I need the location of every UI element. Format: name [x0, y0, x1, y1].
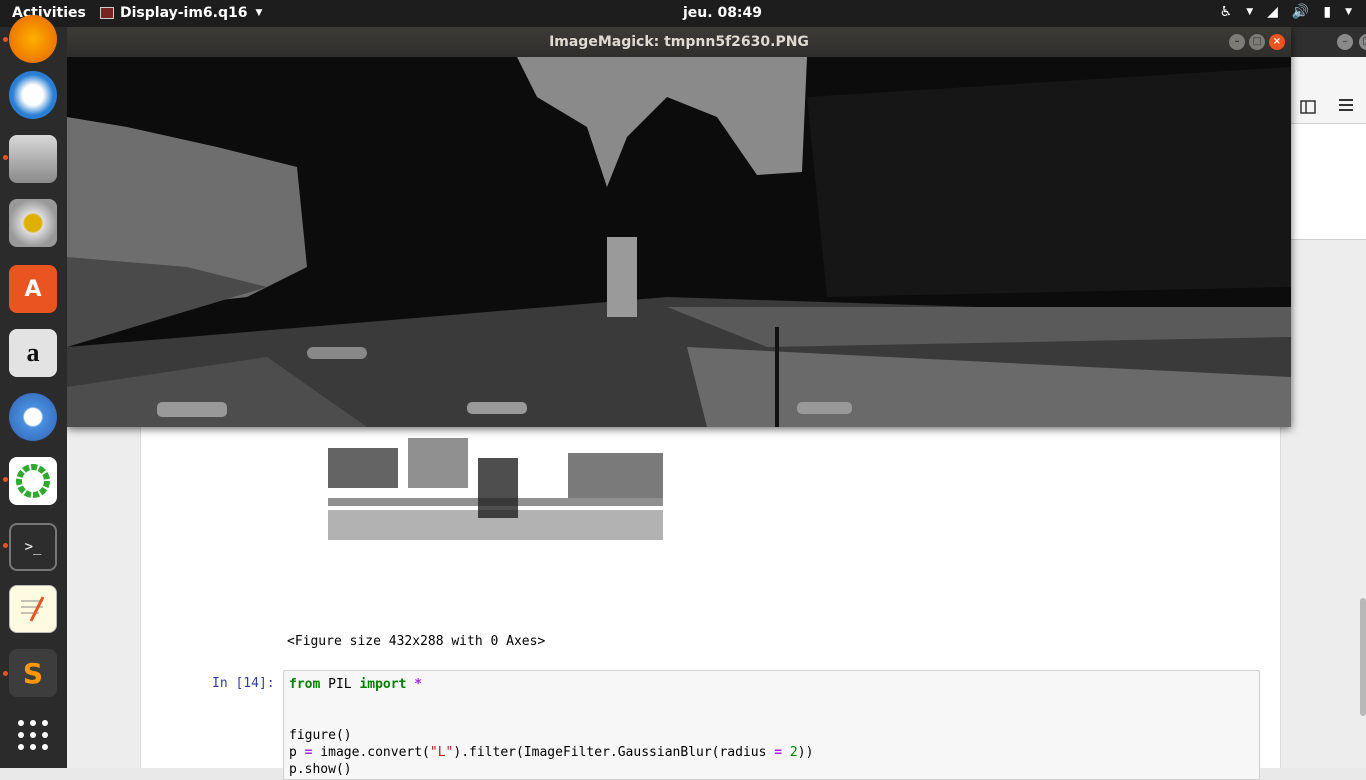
- code-token: p: [289, 745, 305, 760]
- accessibility-icon[interactable]: ♿: [1220, 4, 1233, 20]
- chromium-icon[interactable]: [9, 393, 57, 441]
- code-token: )): [797, 745, 814, 760]
- volume-icon[interactable]: 🔊: [1292, 4, 1309, 20]
- code-token: ).filter(ImageFilter.GaussianBlur(radius: [453, 745, 775, 760]
- window-title: ImageMagick: tmpnn5f2630.PNG: [549, 34, 809, 50]
- clock[interactable]: jeu. 08:49: [683, 5, 762, 21]
- code-cell-input[interactable]: from PIL import * figure() p = image.con…: [283, 670, 1260, 780]
- code-line: p.show(): [289, 762, 352, 777]
- app-window-icon: [100, 7, 114, 19]
- browser-titlebar: – □ ×: [1291, 27, 1366, 57]
- sidebar-toggle-icon[interactable]: [1291, 57, 1366, 124]
- imagemagick-window: ImageMagick: tmpnn5f2630.PNG – □ ×: [67, 27, 1291, 427]
- chevron-down-icon: ▼: [255, 8, 263, 18]
- code-line: figure(): [289, 728, 352, 743]
- firefox-icon[interactable]: [9, 15, 57, 63]
- browser-toolbar: [1291, 57, 1366, 124]
- launcher-dock: A a >_ S: [0, 15, 67, 768]
- output-image: [328, 438, 663, 540]
- code-token: =: [774, 745, 783, 760]
- scrollbar-thumb[interactable]: [1360, 598, 1366, 716]
- running-indicator: [3, 543, 8, 548]
- code-token: "L": [429, 745, 454, 760]
- system-tray[interactable]: ♿ ▼ ◢ 🔊 ▮ ▼: [1220, 4, 1352, 20]
- chevron-down-icon[interactable]: ▼: [1345, 7, 1352, 17]
- thunderbird-icon[interactable]: [9, 71, 57, 119]
- code-token: import: [359, 677, 407, 692]
- app-green-ring-icon[interactable]: [9, 457, 57, 505]
- image-canvas[interactable]: [67, 57, 1291, 427]
- code-token: image.convert(: [312, 745, 430, 760]
- sublime-text-icon[interactable]: S: [9, 649, 57, 697]
- rhythmbox-icon[interactable]: [9, 199, 57, 247]
- files-icon[interactable]: [9, 135, 57, 183]
- software-center-icon[interactable]: A: [9, 265, 57, 313]
- figure-output-text: <Figure size 432x288 with 0 Axes>: [287, 634, 546, 649]
- network-icon[interactable]: ◢: [1267, 4, 1278, 20]
- maximize-icon[interactable]: □: [1359, 34, 1366, 50]
- text-editor-icon[interactable]: [9, 585, 57, 633]
- battery-icon[interactable]: ▮: [1323, 4, 1331, 20]
- minimize-icon[interactable]: –: [1337, 34, 1353, 50]
- show-applications-icon[interactable]: [9, 711, 57, 759]
- browser-content-strip: [1291, 124, 1366, 240]
- code-token: from: [289, 677, 321, 692]
- code-token: PIL: [320, 677, 360, 692]
- imagemagick-titlebar[interactable]: ImageMagick: tmpnn5f2630.PNG – □ ×: [67, 27, 1291, 57]
- maximize-icon[interactable]: □: [1249, 34, 1265, 50]
- top-panel: Activities Display-im6.q16 ▼ jeu. 08:49 …: [0, 0, 1366, 27]
- cell-prompt: In [14]:: [212, 676, 275, 691]
- app-menu[interactable]: Display-im6.q16 ▼: [100, 5, 262, 21]
- minimize-icon[interactable]: –: [1229, 34, 1245, 50]
- chevron-down-icon[interactable]: ▼: [1246, 7, 1253, 17]
- code-token: *: [406, 677, 423, 692]
- terminal-icon[interactable]: >_: [9, 523, 57, 571]
- app-menu-label: Display-im6.q16: [120, 5, 248, 21]
- running-indicator: [3, 37, 8, 42]
- hamburger-menu-icon[interactable]: [1339, 99, 1353, 111]
- running-indicator: [3, 155, 8, 160]
- amazon-icon[interactable]: a: [9, 329, 57, 377]
- running-indicator: [3, 477, 8, 482]
- close-icon[interactable]: ×: [1269, 34, 1285, 50]
- code-token: 2: [782, 745, 798, 760]
- running-indicator: [3, 671, 8, 676]
